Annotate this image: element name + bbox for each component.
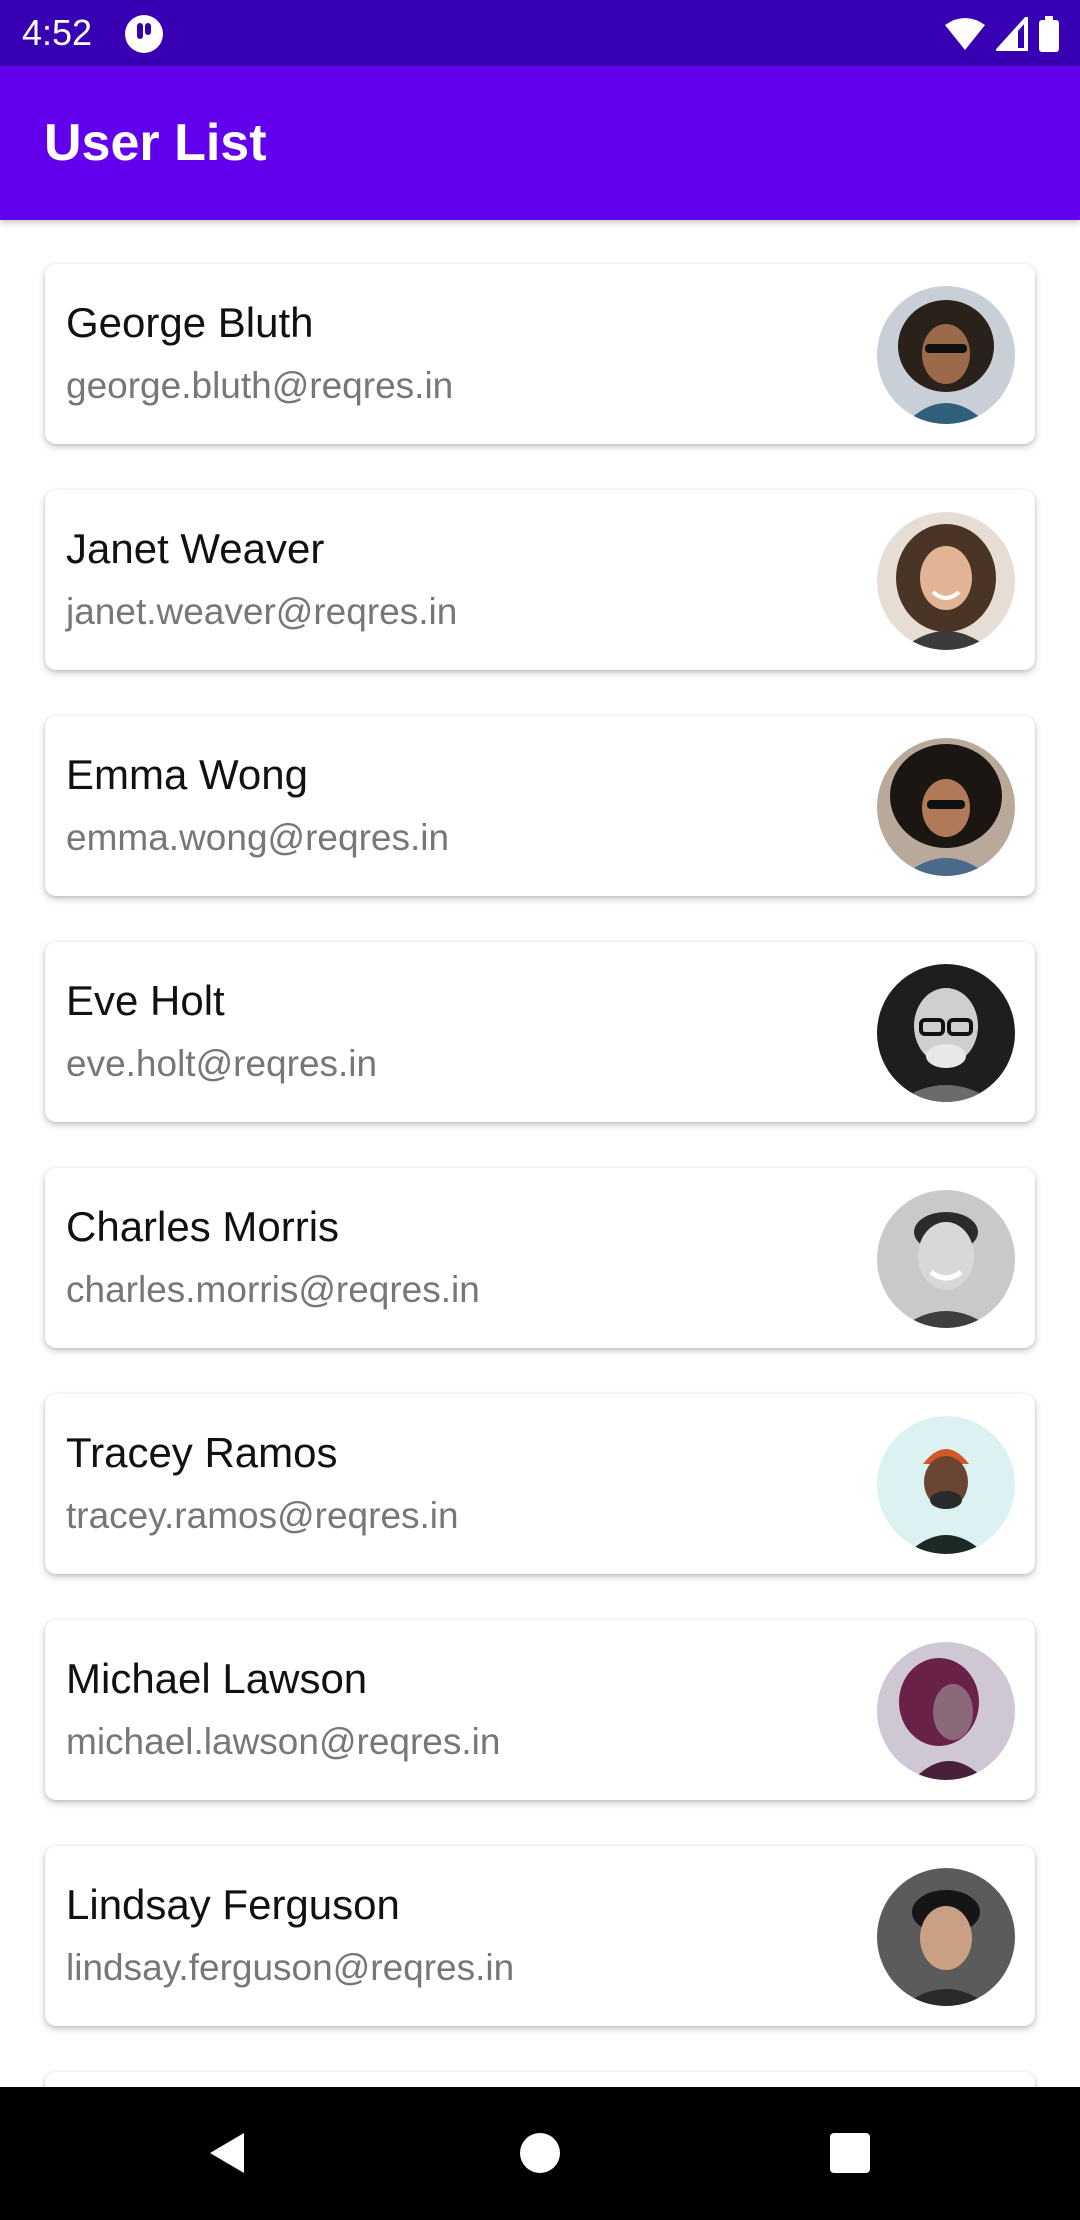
avatar xyxy=(877,1868,1015,2006)
user-card[interactable]: Lindsay Ferguson lindsay.ferguson@reqres… xyxy=(45,1846,1035,2026)
battery-icon xyxy=(1038,16,1060,52)
user-email: emma.wong@reqres.in xyxy=(66,817,450,858)
user-email: michael.lawson@reqres.in xyxy=(66,1721,501,1762)
user-name: Charles Morris xyxy=(66,1203,340,1250)
user-card[interactable]: George Bluth george.bluth@reqres.in xyxy=(45,264,1035,444)
user-name: Eve Holt xyxy=(66,977,225,1024)
recents-icon[interactable] xyxy=(820,2123,880,2183)
user-name: George Bluth xyxy=(66,299,314,346)
user-email: tracey.ramos@reqres.in xyxy=(66,1495,459,1536)
user-email: eve.holt@reqres.in xyxy=(66,1043,378,1084)
user-name: Janet Weaver xyxy=(66,525,325,572)
cellular-signal-icon xyxy=(996,17,1028,51)
user-card-partial[interactable] xyxy=(45,2072,1035,2087)
user-email: charles.morris@reqres.in xyxy=(66,1269,480,1310)
user-list[interactable]: George Bluth george.bluth@reqres.in Jane… xyxy=(0,220,1080,2087)
user-card[interactable]: Janet Weaver janet.weaver@reqres.in xyxy=(45,490,1035,670)
home-icon[interactable] xyxy=(510,2123,570,2183)
user-card[interactable]: Emma Wong emma.wong@reqres.in xyxy=(45,716,1035,896)
avatar xyxy=(877,964,1015,1102)
user-card[interactable]: Michael Lawson michael.lawson@reqres.in xyxy=(45,1620,1035,1800)
avatar xyxy=(877,1642,1015,1780)
user-email: george.bluth@reqres.in xyxy=(66,365,454,406)
avatar xyxy=(877,1416,1015,1554)
status-icons xyxy=(944,14,1060,54)
status-bar: 4:52 xyxy=(0,0,1080,66)
avatar xyxy=(877,512,1015,650)
back-icon[interactable] xyxy=(200,2123,260,2183)
user-name: Tracey Ramos xyxy=(66,1429,338,1476)
status-time: 4:52 xyxy=(22,12,93,53)
navigation-bar xyxy=(0,2087,1080,2220)
avatar xyxy=(877,738,1015,876)
user-card[interactable]: Tracey Ramos tracey.ramos@reqres.in xyxy=(45,1394,1035,1574)
user-name: Michael Lawson xyxy=(66,1655,368,1702)
avatar xyxy=(877,1190,1015,1328)
user-email: janet.weaver@reqres.in xyxy=(66,591,458,632)
user-name: Emma Wong xyxy=(66,751,308,798)
user-card[interactable]: Charles Morris charles.morris@reqres.in xyxy=(45,1168,1035,1348)
avatar xyxy=(877,286,1015,424)
app-bar: User List xyxy=(0,66,1080,220)
page-title: User List xyxy=(44,114,267,172)
user-name: Lindsay Ferguson xyxy=(66,1881,400,1928)
user-card[interactable]: Eve Holt eve.holt@reqres.in xyxy=(45,942,1035,1122)
user-email: lindsay.ferguson@reqres.in xyxy=(66,1947,515,1988)
app-notification-icon xyxy=(124,14,164,54)
wifi-icon xyxy=(944,17,986,51)
